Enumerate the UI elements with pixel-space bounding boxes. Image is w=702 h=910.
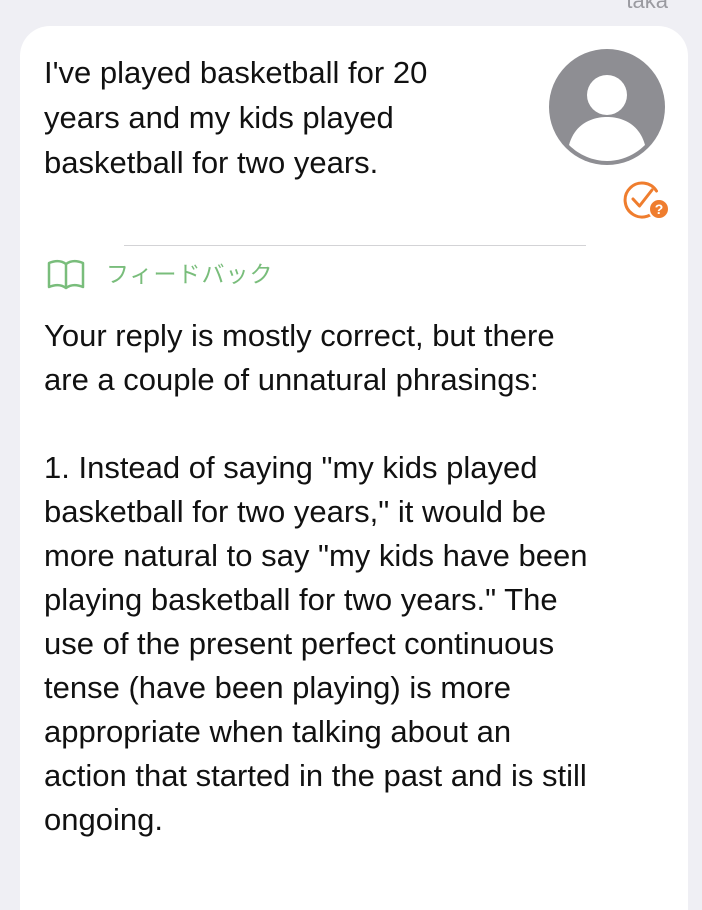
username-label: taka — [626, 0, 668, 13]
user-message-text: I've played basketball for 20 years and … — [44, 55, 428, 180]
feedback-text: Your reply is mostly correct, but there … — [44, 318, 588, 837]
svg-text:?: ? — [655, 201, 664, 217]
feedback-label: フィードバック — [106, 261, 274, 287]
divider — [124, 245, 586, 246]
open-book-icon — [47, 259, 85, 290]
user-avatar-icon[interactable] — [549, 49, 665, 165]
check-question-icon[interactable]: ? — [622, 179, 670, 221]
message-card: I've played basketball for 20 years and … — [20, 26, 688, 910]
